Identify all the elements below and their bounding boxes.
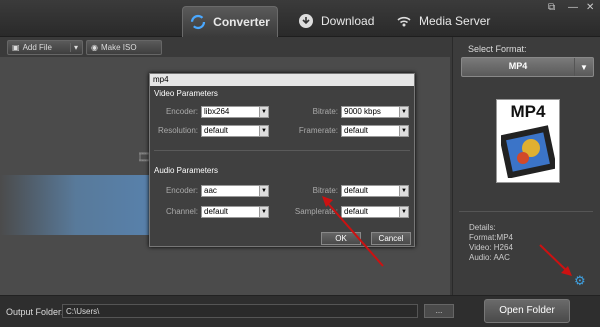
resolution-label: Resolution:: [157, 126, 198, 135]
external-link-icon[interactable]: ⧉: [548, 2, 555, 13]
download-icon: [299, 14, 313, 28]
details-title: Details:: [469, 223, 496, 232]
channel-value: default: [204, 207, 229, 216]
wifi-icon: [397, 16, 411, 27]
format-select[interactable]: MP4 ▼: [461, 57, 594, 77]
chevron-down-icon[interactable]: ▾: [69, 43, 78, 52]
audio-bitrate-select[interactable]: default ▼: [341, 185, 409, 197]
bottom-bar: Output Folder: C:\Users\ ... Open Folder: [0, 295, 600, 327]
gear-icon[interactable]: ⚙: [574, 273, 586, 289]
video-bitrate-label: Bitrate:: [312, 107, 338, 116]
make-iso-label: Make ISO: [100, 43, 137, 52]
refresh-icon: [191, 14, 206, 30]
browse-button[interactable]: ...: [424, 304, 454, 318]
film-reel-icon: [501, 125, 555, 178]
chevron-down-icon[interactable]: ▼: [399, 107, 408, 117]
chevron-down-icon[interactable]: ▼: [399, 186, 408, 196]
output-folder-input[interactable]: C:\Users\: [62, 304, 418, 318]
tab-media-server[interactable]: Media Server: [396, 6, 490, 36]
chevron-down-icon[interactable]: ▼: [259, 126, 268, 136]
video-bitrate-select[interactable]: 9000 kbps ▼: [341, 106, 409, 118]
details-video: Video: H264: [469, 243, 513, 252]
mp4-icon-text: MP4: [510, 102, 546, 121]
add-file-label: Add File: [22, 43, 52, 52]
chevron-down-icon[interactable]: ▼: [574, 58, 593, 76]
top-tab-bar: Converter Download Media Server ⧉ — ✕: [0, 0, 600, 37]
toolbar: ▣ Add File ▾ ◉ Make ISO: [0, 37, 450, 57]
close-icon[interactable]: ✕: [586, 2, 594, 13]
make-iso-button[interactable]: ◉ Make ISO: [86, 40, 162, 55]
select-format-label: Select Format:: [468, 44, 527, 54]
audio-encoder-value: aac: [204, 186, 217, 195]
chevron-down-icon[interactable]: ▼: [259, 107, 268, 117]
video-encoder-label: Encoder:: [165, 107, 198, 116]
tab-converter-label: Converter: [213, 15, 270, 29]
framerate-value: default: [344, 126, 369, 135]
tab-media-server-label: Media Server: [419, 14, 491, 28]
video-encoder-value: libx264: [204, 107, 230, 116]
video-encoder-select[interactable]: libx264 ▼: [201, 106, 269, 118]
tab-converter[interactable]: Converter: [182, 6, 278, 37]
chevron-down-icon[interactable]: ▼: [399, 126, 408, 136]
ok-button[interactable]: OK: [321, 232, 361, 245]
samplerate-value: default: [344, 207, 369, 216]
samplerate-label: Samplerate:: [294, 207, 338, 216]
format-panel: Select Format: MP4 ▼ MP4 Details: Format…: [452, 37, 600, 295]
resolution-value: default: [204, 126, 229, 135]
video-bitrate-value: 9000 kbps: [344, 107, 381, 116]
format-details: Details: Format:MP4 Video: H264 Audio: A…: [469, 223, 513, 263]
format-value: MP4: [508, 61, 528, 71]
dialog-title: mp4: [150, 74, 414, 86]
disc-icon: ◉: [91, 43, 98, 52]
framerate-label: Framerate:: [298, 126, 338, 135]
chevron-down-icon[interactable]: ▼: [259, 207, 268, 217]
add-file-icon: ▣: [12, 43, 20, 52]
settings-dialog: mp4 Video Parameters Encoder: libx264 ▼ B…: [149, 73, 415, 247]
video-parameters-heading: Video Parameters: [154, 89, 218, 98]
mp4-format-icon: MP4: [496, 99, 560, 183]
add-file-button[interactable]: ▣ Add File ▾: [7, 40, 83, 55]
minimize-icon[interactable]: —: [568, 2, 578, 13]
chevron-down-icon[interactable]: ▼: [399, 207, 408, 217]
audio-bitrate-value: default: [344, 186, 369, 195]
output-folder-label: Output Folder:: [6, 307, 64, 317]
audio-encoder-label: Encoder:: [165, 186, 198, 195]
audio-parameters-heading: Audio Parameters: [154, 166, 219, 175]
open-folder-button[interactable]: Open Folder: [484, 299, 570, 323]
audio-encoder-select[interactable]: aac ▼: [201, 185, 269, 197]
panel-divider: [459, 211, 593, 212]
chevron-down-icon[interactable]: ▼: [259, 186, 268, 196]
framerate-select[interactable]: default ▼: [341, 125, 409, 137]
details-format: Format:MP4: [469, 233, 514, 242]
tab-download[interactable]: Download: [298, 6, 374, 36]
details-audio: Audio: AAC: [469, 253, 510, 262]
resolution-select[interactable]: default ▼: [201, 125, 269, 137]
audio-bitrate-label: Bitrate:: [312, 186, 338, 195]
section-divider: [154, 150, 410, 151]
channel-select[interactable]: default ▼: [201, 206, 269, 218]
samplerate-select[interactable]: default ▼: [341, 206, 409, 218]
channel-label: Channel:: [165, 207, 198, 216]
cancel-button[interactable]: Cancel: [371, 232, 411, 245]
tab-download-label: Download: [321, 14, 375, 28]
